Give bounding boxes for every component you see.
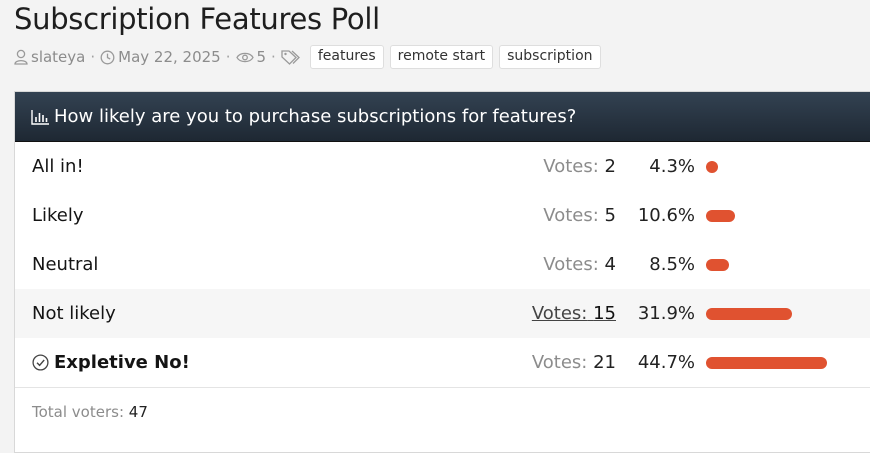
poll-block: How likely are you to purchase subscript… xyxy=(14,91,870,453)
poll-option-percent: 44.7% xyxy=(637,352,695,373)
votes-count: 21 xyxy=(593,352,616,373)
poll-option-row: All in! Votes: 2 4.3% xyxy=(15,142,870,191)
meta-separator: · xyxy=(90,48,96,66)
poll-option-votes: Votes: 4 xyxy=(543,254,616,275)
poll-option-votes: Votes: 21 xyxy=(532,352,616,373)
poll-option-label: Likely xyxy=(32,205,84,226)
view-count: 5 xyxy=(256,48,267,66)
votes-label: Votes: xyxy=(543,156,599,177)
votes-count[interactable]: 15 xyxy=(593,303,616,324)
poll-option-bar xyxy=(706,259,729,271)
tag-remote-start[interactable]: remote start xyxy=(389,45,494,69)
clock-icon xyxy=(100,50,115,65)
poll-option-percent: 10.6% xyxy=(637,205,695,226)
total-voters-label: Total voters: xyxy=(32,403,124,421)
poll-option-percent: 8.5% xyxy=(649,254,695,275)
poll-option-row: Neutral Votes: 4 8.5% xyxy=(15,240,870,289)
votes-count: 2 xyxy=(604,156,616,177)
total-voters-count: 47 xyxy=(128,403,148,421)
author-link[interactable]: slateya xyxy=(31,48,85,66)
poll-option-label-voted: Expletive No! xyxy=(32,352,190,373)
poll-total-voters: Total voters: 47 xyxy=(32,403,148,421)
meta-separator: · xyxy=(225,48,231,66)
votes-label: Votes: xyxy=(543,254,599,275)
poll-option-votes-link[interactable]: Votes: 15 xyxy=(532,303,616,324)
poll-option-percent: 31.9% xyxy=(637,303,695,324)
post-date[interactable]: May 22, 2025 xyxy=(118,48,221,66)
poll-option-bar xyxy=(706,161,718,173)
poll-option-row: Likely Votes: 5 10.6% xyxy=(15,191,870,240)
poll-option-bar xyxy=(706,210,735,222)
poll-option-bar xyxy=(706,357,827,369)
poll-question: How likely are you to purchase subscript… xyxy=(54,106,577,127)
votes-label: Votes: xyxy=(531,352,588,373)
tag-subscription[interactable]: subscription xyxy=(499,45,601,69)
poll-option-label: Neutral xyxy=(32,254,99,275)
tags-icon xyxy=(281,49,301,65)
page-title: Subscription Features Poll xyxy=(14,2,380,36)
votes-label: Votes: xyxy=(543,205,599,226)
poll-option-row: Not likely Votes: 15 31.9% xyxy=(15,289,870,338)
poll-option-percent: 4.3% xyxy=(649,156,695,177)
votes-count: 5 xyxy=(604,205,616,226)
poll-header: How likely are you to purchase subscript… xyxy=(15,92,870,142)
tag-features[interactable]: features xyxy=(309,45,384,69)
poll-option-row-voted: Expletive No! Votes: 21 44.7% xyxy=(15,338,870,388)
eye-icon xyxy=(235,51,254,64)
user-icon xyxy=(14,49,28,65)
votes-count: 4 xyxy=(604,254,616,275)
poll-option-label: Expletive No! xyxy=(54,352,190,373)
thread-meta: slateya · May 22, 2025 · 5 · features re… xyxy=(14,45,601,69)
poll-option-label: All in! xyxy=(32,156,84,177)
meta-separator: · xyxy=(271,48,276,66)
poll-option-votes: Votes: 5 xyxy=(543,205,616,226)
poll-option-votes: Votes: 2 xyxy=(543,156,616,177)
check-circle-icon xyxy=(32,354,49,371)
bar-chart-icon xyxy=(31,109,50,125)
poll-option-bar xyxy=(706,308,792,320)
votes-label[interactable]: Votes: xyxy=(532,303,588,324)
poll-option-label: Not likely xyxy=(32,303,116,324)
